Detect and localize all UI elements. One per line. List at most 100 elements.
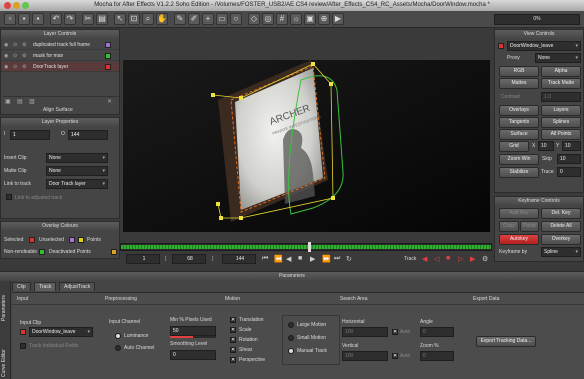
minimize-window-icon[interactable] [13,2,20,9]
mattes-button[interactable]: Mattes [499,78,539,89]
close-window-icon[interactable] [4,2,11,9]
eye-icon[interactable]: ◉ [4,40,8,50]
all-points-button[interactable]: All Points [541,129,581,140]
target-icon[interactable]: ⊕ [318,13,330,25]
loop-icon[interactable]: ↻ [346,255,352,263]
angle-field[interactable]: 0 [420,327,454,337]
track-stop-icon[interactable]: ■ [446,255,450,262]
tangents-button[interactable]: Tangents [499,117,539,128]
auto-channel-radio[interactable] [115,345,121,351]
zoom-percent-field[interactable]: 0 [420,351,454,361]
vertical-field[interactable]: 100 [342,351,388,361]
zoom-window-icon[interactable] [22,2,29,9]
step-forward-icon[interactable]: ⏩ [322,255,331,263]
matte-clip-select[interactable]: None [46,166,108,176]
tab-clip[interactable]: Clip [12,282,31,291]
timeline-bar[interactable] [120,242,492,252]
duplicate-layer-icon[interactable]: ▤ [17,98,23,105]
sun-icon[interactable]: ☼ [290,13,302,25]
tab-track[interactable]: Track [34,282,57,291]
paste-key-button[interactable]: Paste [520,221,539,232]
in-point-field[interactable]: 1 [10,130,50,140]
horizontal-auto-checkbox[interactable]: ✕ [392,329,398,335]
redo-icon[interactable]: ↷ [64,13,76,25]
small-motion-radio[interactable] [288,335,294,341]
paste-icon[interactable]: ▤ [96,13,108,25]
current-frame-field[interactable]: 68 [172,254,206,264]
viewer-canvas[interactable]: ARCHER PRIVATE INVESTIGATIONS [123,60,490,232]
add-point-icon[interactable]: + [202,13,214,25]
layer-row-selected[interactable]: ◉ ⊙ ⚙ DoorTrack layer [1,62,119,72]
eye-icon[interactable]: ◉ [4,51,8,61]
start-frame-field[interactable]: 1 [126,254,160,264]
layer-row[interactable]: ◉ ⊙ ⚙ mask for man [1,51,119,61]
eye-icon[interactable]: ◉ [4,62,8,72]
non-rendeable-swatch[interactable] [39,249,45,255]
selected-color-swatch[interactable] [29,237,35,243]
lock-icon[interactable]: ⊙ [13,51,17,61]
stop-icon[interactable]: ■ [298,255,302,262]
min-pixels-slider[interactable] [170,336,216,338]
track-backward-icon[interactable]: ◀ [422,255,427,263]
track-forward-icon[interactable]: ▶ [470,255,475,263]
play-backward-icon[interactable]: ◀ [286,255,291,263]
new-project-icon[interactable]: ▫ [4,13,16,25]
set-in-icon[interactable]: [ [165,256,166,262]
overkey-button[interactable]: Overkey [541,234,581,245]
grid-x-field[interactable]: 10 [538,141,554,151]
stabilize-button[interactable]: Stabilize [499,167,539,178]
skip-field[interactable]: 10 [557,154,581,164]
zoom-tool-icon[interactable]: ⌕ [142,13,154,25]
copy-key-button[interactable]: Copy [499,221,519,232]
rotation-checkbox[interactable]: ✕ [230,337,236,343]
merge-layer-icon[interactable]: ▥ [29,98,35,105]
side-tab-parameters[interactable]: Parameters [1,295,7,321]
surface-button[interactable]: Surface [499,129,539,140]
cog-icon[interactable]: ⚙ [22,40,26,50]
layer-color-swatch[interactable] [105,64,111,70]
xspline-tool-icon[interactable]: ✎ [174,13,186,25]
playhead[interactable] [308,242,312,252]
play-forward-icon[interactable]: ▶ [310,255,315,263]
overlays-button[interactable]: Overlays [499,105,539,116]
select-all-icon[interactable]: ⊡ [128,13,140,25]
save-project-icon[interactable]: ▪ [32,13,44,25]
vertical-auto-checkbox[interactable]: ✕ [392,353,398,359]
goto-start-icon[interactable]: ⏮ [262,255,268,263]
bezier-tool-icon[interactable]: ✐ [188,13,200,25]
open-project-icon[interactable]: ▪ [18,13,30,25]
unselected-color-swatch[interactable] [69,237,75,243]
layer-row[interactable]: ◉ ⊙ ⚙ duplicated track full frame [1,40,119,50]
proxy-select[interactable]: None [535,53,581,63]
alpha-button[interactable]: Alpha [541,66,581,77]
keyframe-by-select[interactable]: Spline [541,247,581,257]
smoothing-field[interactable]: 0 [170,350,216,360]
step-back-icon[interactable]: ⏪ [274,255,283,263]
magnify-icon[interactable]: ◎ [262,13,274,25]
out-point-field[interactable]: 144 [68,130,108,140]
delete-all-keys-button[interactable]: Delete All [541,221,581,232]
zoom-win-button[interactable]: Zoom Win [499,154,539,165]
circle-tool-icon[interactable]: ○ [230,13,242,25]
add-layer-icon[interactable]: ▣ [5,98,11,105]
perspective-checkbox[interactable]: ✕ [230,357,236,363]
pick-tool-icon[interactable]: ↖ [114,13,126,25]
undo-icon[interactable]: ↶ [50,13,62,25]
manual-track-radio[interactable] [288,348,294,354]
track-step-forward-icon[interactable]: ▷ [458,255,463,263]
layer-color-swatch[interactable] [105,42,111,48]
rgb-button[interactable]: RGB [499,66,539,77]
play-icon[interactable]: ▶ [332,13,344,25]
autokey-button[interactable]: Autokey [499,234,539,245]
track-options-icon[interactable]: ⚙ [482,255,488,263]
rect-tool-icon[interactable]: ▭ [216,13,228,25]
delete-layer-icon[interactable]: ✕ [107,98,112,105]
hand-tool-icon[interactable]: ✋ [156,13,168,25]
grid-icon[interactable]: # [276,13,288,25]
lock-icon[interactable]: ⊙ [13,40,17,50]
grid-y-field[interactable]: 10 [562,141,581,151]
end-frame-field[interactable]: 144 [222,254,256,264]
surface-tool-icon[interactable]: ◇ [248,13,260,25]
trace-field[interactable]: 0 [557,167,581,177]
lock-icon[interactable]: ⊙ [13,62,17,72]
